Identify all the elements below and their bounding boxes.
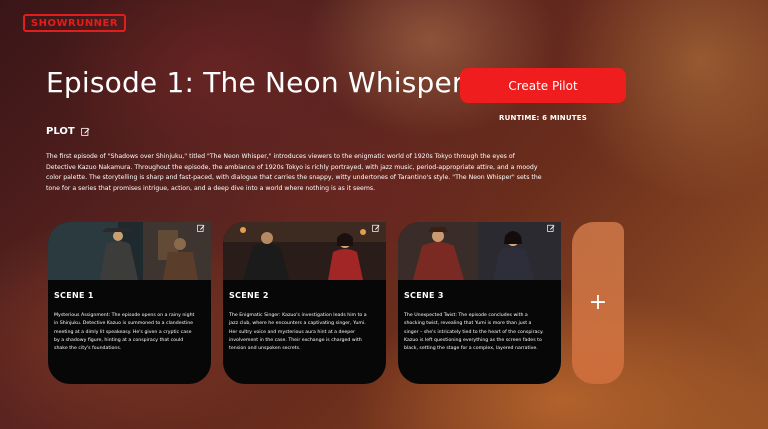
- pencil-edit-icon[interactable]: [80, 127, 90, 136]
- episode-title: Episode 1: The Neon Whisper: [46, 66, 464, 99]
- plot-header: PLOT: [46, 126, 90, 137]
- plus-icon: +: [588, 290, 608, 315]
- scene-1-edit-icon[interactable]: [197, 224, 205, 232]
- scene-1-title: SCENE 1: [54, 291, 94, 300]
- scene-2-description: The Enigmatic Singer: Kazuo's investigat…: [229, 313, 367, 352]
- scene-1-description: Mysterious Assignment: The episode opens…: [54, 313, 195, 352]
- scene-3-description: The Unexpected Twist: The episode conclu…: [404, 313, 544, 352]
- scene-1-illustration: [48, 222, 211, 280]
- scene-card-3[interactable]: SCENE 3 The Unexpected Twist: The episod…: [398, 222, 561, 384]
- scene-3-edit-icon[interactable]: [547, 224, 555, 232]
- runtime-label: RUNTIME: 6 MINUTES: [499, 114, 587, 122]
- scene-2-illustration: [223, 222, 386, 280]
- scene-3-title: SCENE 3: [404, 291, 444, 300]
- plot-label: PLOT: [46, 126, 75, 137]
- scene-card-2[interactable]: SCENE 2 The Enigmatic Singer: Kazuo's in…: [223, 222, 386, 384]
- add-scene-button[interactable]: +: [572, 222, 624, 384]
- scene-card-1[interactable]: SCENE 1 Mysterious Assignment: The episo…: [48, 222, 211, 384]
- scene-2-edit-icon[interactable]: [372, 224, 380, 232]
- scene-2-title: SCENE 2: [229, 291, 269, 300]
- showrunner-logo[interactable]: SHOWRUNNER: [23, 14, 126, 32]
- plot-text: The first episode of "Shadows over Shinj…: [46, 153, 542, 192]
- scene-3-illustration: [398, 222, 561, 280]
- create-pilot-button[interactable]: Create Pilot: [460, 68, 626, 103]
